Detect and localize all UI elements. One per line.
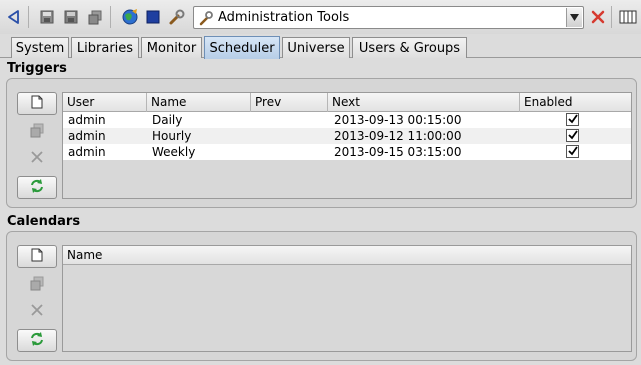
table-row[interactable]: admin Weekly 2013-09-15 03:15:00	[63, 144, 631, 160]
chevron-down-icon[interactable]	[566, 8, 582, 27]
cell-prev	[251, 144, 256, 160]
triggers-table: User Name Prev Next Enabled admin Daily …	[62, 92, 632, 199]
refresh-triggers-button[interactable]	[17, 176, 57, 199]
combo-value: Administration Tools	[218, 10, 350, 25]
refresh-icon	[29, 331, 45, 350]
tab-scheduler[interactable]: Scheduler	[204, 36, 280, 59]
cell-next: 2013-09-15 03:15:00	[334, 145, 462, 159]
back-arrow-icon[interactable]	[3, 6, 25, 28]
save-all-icon[interactable]	[60, 6, 82, 28]
triggers-table-header: User Name Prev Next Enabled	[63, 93, 631, 112]
table-row[interactable]: admin Daily 2013-09-13 00:15:00	[63, 112, 631, 128]
delete-trigger-button[interactable]	[17, 147, 57, 170]
cell-next: 2013-09-12 11:00:00	[334, 129, 462, 143]
save-icon[interactable]	[36, 6, 58, 28]
calendars-table-header: Name	[63, 246, 631, 265]
close-icon[interactable]	[587, 6, 609, 28]
cell-user: admin	[68, 129, 106, 143]
tab-users-groups[interactable]: Users & Groups	[352, 37, 467, 58]
new-document-icon	[31, 95, 43, 112]
toolbar-combo[interactable]: Administration Tools	[193, 6, 584, 29]
column-header-name[interactable]: Name	[147, 93, 251, 112]
enabled-checkbox[interactable]	[566, 129, 579, 142]
refresh-icon	[29, 178, 45, 197]
table-row[interactable]: admin Hourly 2013-09-12 11:00:00	[63, 128, 631, 144]
check-icon	[567, 145, 578, 159]
properties-icon	[29, 275, 45, 294]
enabled-checkbox[interactable]	[566, 145, 579, 158]
cell-next: 2013-09-13 00:15:00	[334, 113, 462, 127]
triggers-panel: User Name Prev Next Enabled admin Daily …	[6, 78, 637, 208]
column-header-enabled[interactable]: Enabled	[520, 93, 631, 112]
delete-calendar-button[interactable]	[17, 300, 57, 323]
triggers-table-body: admin Daily 2013-09-13 00:15:00 admin Ho…	[63, 112, 631, 160]
cell-name: Weekly	[152, 145, 196, 159]
columns-icon[interactable]	[617, 6, 639, 28]
new-document-icon	[31, 248, 43, 265]
enabled-checkbox[interactable]	[566, 113, 579, 126]
wrench-icon[interactable]	[166, 6, 188, 28]
cell-prev	[251, 128, 256, 144]
column-header-name[interactable]: Name	[63, 246, 631, 265]
tab-bar: System Libraries Monitor Scheduler Unive…	[0, 34, 641, 59]
delete-x-icon	[31, 304, 43, 319]
calendars-panel: Name	[6, 231, 637, 361]
tab-system[interactable]: System	[11, 37, 69, 58]
cell-name: Daily	[152, 113, 183, 127]
column-header-next[interactable]: Next	[328, 93, 520, 112]
cell-prev	[251, 112, 256, 128]
new-calendar-button[interactable]	[17, 245, 57, 268]
triggers-title: Triggers	[7, 61, 67, 76]
refresh-calendars-button[interactable]	[17, 329, 57, 352]
wrench-icon	[198, 10, 214, 29]
column-header-prev[interactable]: Prev	[251, 93, 328, 112]
globe-icon[interactable]	[119, 6, 141, 28]
tab-libraries[interactable]: Libraries	[71, 37, 139, 58]
delete-x-icon	[31, 151, 43, 166]
stop-icon[interactable]	[142, 6, 164, 28]
tab-universe[interactable]: Universe	[282, 37, 350, 58]
check-icon	[567, 113, 578, 127]
edit-calendar-button[interactable]	[17, 273, 57, 296]
tab-monitor[interactable]: Monitor	[141, 37, 202, 58]
new-trigger-button[interactable]	[17, 92, 57, 115]
calendars-table: Name	[62, 245, 632, 352]
cell-user: admin	[68, 145, 106, 159]
column-header-user[interactable]: User	[63, 93, 147, 112]
cell-user: admin	[68, 113, 106, 127]
calendars-title: Calendars	[7, 214, 81, 229]
properties-icon[interactable]	[84, 6, 106, 28]
toolbar: Administration Tools	[0, 0, 641, 34]
properties-icon	[29, 122, 45, 141]
edit-trigger-button[interactable]	[17, 120, 57, 143]
cell-name: Hourly	[152, 129, 192, 143]
check-icon	[567, 129, 578, 143]
